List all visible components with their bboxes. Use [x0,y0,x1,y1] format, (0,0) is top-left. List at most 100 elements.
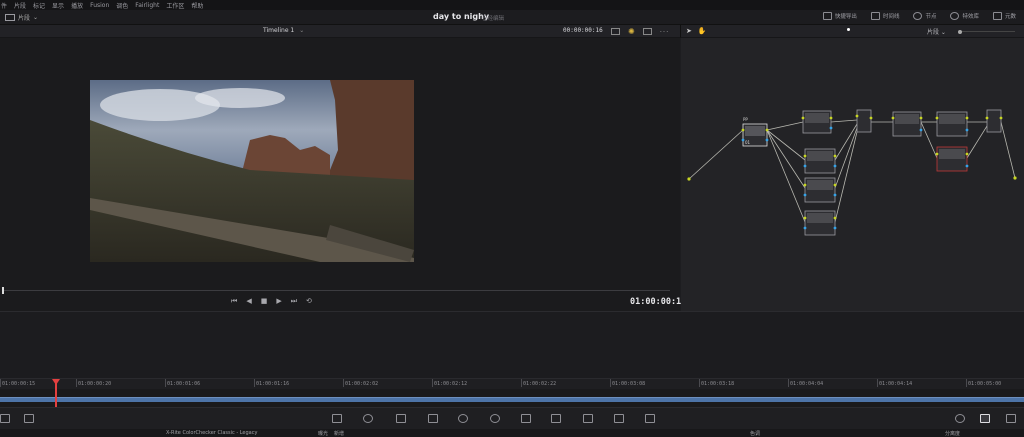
magic-mask-icon[interactable] [521,414,531,423]
ruler-tick: 01:00:02:02 [342,379,379,387]
video-frame[interactable] [90,80,414,262]
node-pp: PP 01 [742,117,768,147]
node-label-01: 01 [745,140,751,145]
menu-item-mark[interactable]: 标记 [33,1,45,10]
zoom-slider[interactable] [958,29,1015,34]
eyedropper-icon[interactable] [428,414,438,423]
scrubber-bar[interactable] [2,287,670,294]
node-04 [804,177,836,203]
menu-item-workspace[interactable]: 工作区 [166,1,184,10]
qualifier-icon[interactable] [396,414,406,423]
play-reverse-icon[interactable]: ◀ [246,297,251,306]
menu-item-clip[interactable]: 片段 [14,1,26,10]
color-wheel-icon[interactable]: ✺ [628,27,635,36]
scopes-icon[interactable] [980,414,990,423]
menu-item-help[interactable]: 帮助 [191,1,203,10]
gallery-area [0,311,1024,378]
menu-item-fairlight[interactable]: Fairlight [135,2,159,9]
ruler-tick: 01:00:05:00 [965,379,1002,387]
node-key-outputs [741,126,969,230]
clips-toggle[interactable]: 片段 ⌄ [5,13,38,22]
effects-button[interactable]: 特效库 [950,12,979,20]
metadata-icon [992,12,1002,20]
metadata-label: 元数 [1004,14,1016,20]
landscape-frame-image [90,80,414,262]
keyframes-icon[interactable] [955,414,965,423]
info-icon[interactable] [1006,414,1016,423]
nodes-button[interactable]: 节点 [913,12,936,20]
scrubber-handle[interactable] [2,287,4,294]
lut-name[interactable]: X-Rite ColorChecker Classic - Legacy [166,430,257,436]
node-label-pp: PP [743,117,748,122]
go-to-start-icon[interactable]: ⏮ [231,297,237,306]
node-08 [936,111,968,137]
node-05 [804,210,836,236]
node-07 [892,111,922,137]
timeline-selector[interactable]: Timeline 1 ⌄ [263,27,304,34]
timeline-track[interactable] [0,389,1024,407]
viewer-panel: ⏮ ◀ ■ ▶ ⏭ ⟲ 01:00:00:17 [0,38,686,311]
window-icon[interactable] [458,414,468,423]
stop-icon[interactable]: ■ [261,297,268,306]
quick-export-button[interactable]: 快捷导出 [822,12,857,20]
node-03 [804,148,836,174]
node-editor[interactable]: PP 01 [681,38,1024,311]
quick-export-label: 快捷导出 [834,14,857,20]
menu-item-color[interactable]: 调色 [116,1,128,10]
timeline-ruler[interactable]: 01:00:00:15 01:00:00:20 01:00:01:06 01:0… [0,378,1024,389]
sizing-icon[interactable] [614,414,624,423]
go-to-end-icon[interactable]: ⏭ [291,297,297,306]
loop-icon[interactable]: ⟲ [306,297,312,306]
chevron-down-icon: ⌄ [33,14,39,21]
app-header: 片段 ⌄ day to nighy 已经编辑 快捷导出 时间线 节点 特效库 元… [0,10,1024,25]
timeline-label: 时间线 [882,14,900,20]
node-mode-label: 片段 [927,29,940,36]
ruler-tick: 01:00:04:04 [787,379,824,387]
ruler-tick: 01:00:03:08 [609,379,646,387]
menu-item-file[interactable]: 件 [1,1,7,10]
view-label: 曝光 [318,431,329,437]
tracker-icon[interactable] [490,414,500,423]
layer-mixer-node [856,109,872,133]
curves-icon[interactable] [332,414,342,423]
viewer-layout-icon[interactable] [611,28,620,35]
mode-label: 新增 [334,431,345,437]
timeline-clip[interactable] [0,397,1024,402]
fx-icon [950,12,960,20]
menu-item-playback[interactable]: 播放 [71,1,83,10]
color-warper-icon[interactable] [363,414,373,423]
fullscreen-icon[interactable] [642,28,652,35]
chevron-down-icon: ⌄ [299,27,305,34]
page-indicator-dot [847,28,850,31]
project-title: day to nighy [433,12,490,21]
nodes-label: 节点 [925,14,937,20]
ruler-tick: 01:00:02:22 [520,379,557,387]
playhead-handle[interactable] [52,379,60,385]
node-tools: ➤ ✋ [686,27,707,35]
clips-grid-icon [5,14,15,21]
right-label: 色调 [750,431,761,437]
lut-icon[interactable] [24,414,34,423]
node-09 [936,146,968,172]
play-icon[interactable]: ▶ [276,297,281,306]
menu-item-view[interactable]: 显示 [52,1,64,10]
zoom-slider-knob[interactable] [958,29,962,34]
clips-label: 片段 [18,15,31,22]
node-mode-selector[interactable]: 片段 ⌄ [927,27,946,36]
ruler-tick: 01:00:04:14 [876,379,913,387]
timeline-button[interactable]: 时间线 [870,12,900,20]
ruler-tick: 01:00:03:18 [698,379,735,387]
hand-tool-icon[interactable]: ✋ [698,27,707,35]
toolbar-timecode[interactable]: 00:00:00:16 [563,27,603,34]
viewer-timecode: 01:00:00:17 [630,297,687,307]
3d-icon[interactable] [645,414,655,423]
menu-item-fusion[interactable]: Fusion [90,2,109,9]
viewer-toolbar: Timeline 1 ⌄ 00:00:00:16 ✺ ··· [0,25,680,38]
effects-label: 特效库 [962,14,979,20]
clip-icon[interactable] [0,414,10,423]
blur-icon[interactable] [551,414,561,423]
metadata-button[interactable]: 元数 [992,12,1016,20]
key-icon[interactable] [583,414,593,423]
pointer-tool-icon[interactable]: ➤ [686,27,692,35]
more-options-icon[interactable]: ··· [660,28,670,36]
